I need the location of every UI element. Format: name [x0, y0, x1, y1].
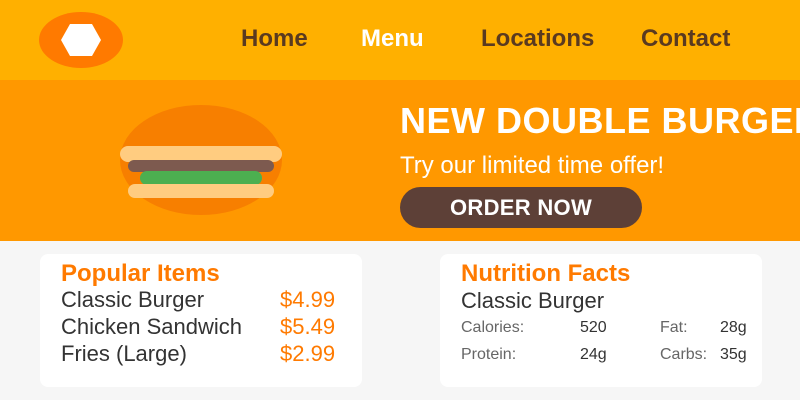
menu-item-name: Fries (Large) [61, 341, 187, 366]
menu-item-name: Classic Burger [61, 287, 205, 312]
menu-item-name: Chicken Sandwich [61, 314, 242, 339]
nutrition-item-name: Classic Burger [461, 288, 605, 313]
fat-label: Fat: [660, 319, 688, 336]
hero-banner: NEW DOUBLE BURGER Try our limited time o… [0, 80, 800, 241]
menu-item-price: $4.99 [280, 287, 336, 312]
nav-locations[interactable]: Locations [481, 22, 594, 56]
calories-label: Calories: [461, 319, 525, 336]
burger-icon [120, 105, 282, 215]
menu-item[interactable]: Fries (Large) $2.99 [61, 341, 361, 369]
carbs-label: Carbs: [660, 346, 708, 363]
fat-value: 28g [720, 319, 747, 336]
menu-item-price: $5.49 [280, 314, 336, 339]
protein-value: 24g [580, 346, 607, 363]
hero-title: NEW DOUBLE BURGER [400, 100, 800, 141]
menu-item-price: $2.99 [280, 341, 336, 366]
nav-contact[interactable]: Contact [641, 22, 730, 56]
nutrition-facts-card: Nutrition Facts Classic Burger Calories:… [440, 254, 762, 387]
menu-item[interactable]: Classic Burger $4.99 [61, 287, 361, 315]
protein-label: Protein: [461, 346, 517, 363]
nav-home[interactable]: Home [241, 22, 308, 56]
nav-menu[interactable]: Menu [361, 22, 424, 56]
popular-items-title: Popular Items [61, 260, 220, 287]
site-header: Home Menu Locations Contact [0, 0, 800, 80]
hero-subtitle: Try our limited time offer! [400, 152, 665, 179]
order-now-button[interactable]: ORDER NOW [400, 187, 642, 228]
main-nav: Home Menu Locations Contact [0, 22, 800, 56]
calories-value: 520 [580, 319, 607, 336]
carbs-value: 35g [720, 346, 747, 363]
menu-item[interactable]: Chicken Sandwich $5.49 [61, 314, 361, 342]
nutrition-facts-title: Nutrition Facts [461, 260, 631, 287]
popular-items-card: Popular Items Classic Burger $4.99 Chick… [40, 254, 362, 387]
